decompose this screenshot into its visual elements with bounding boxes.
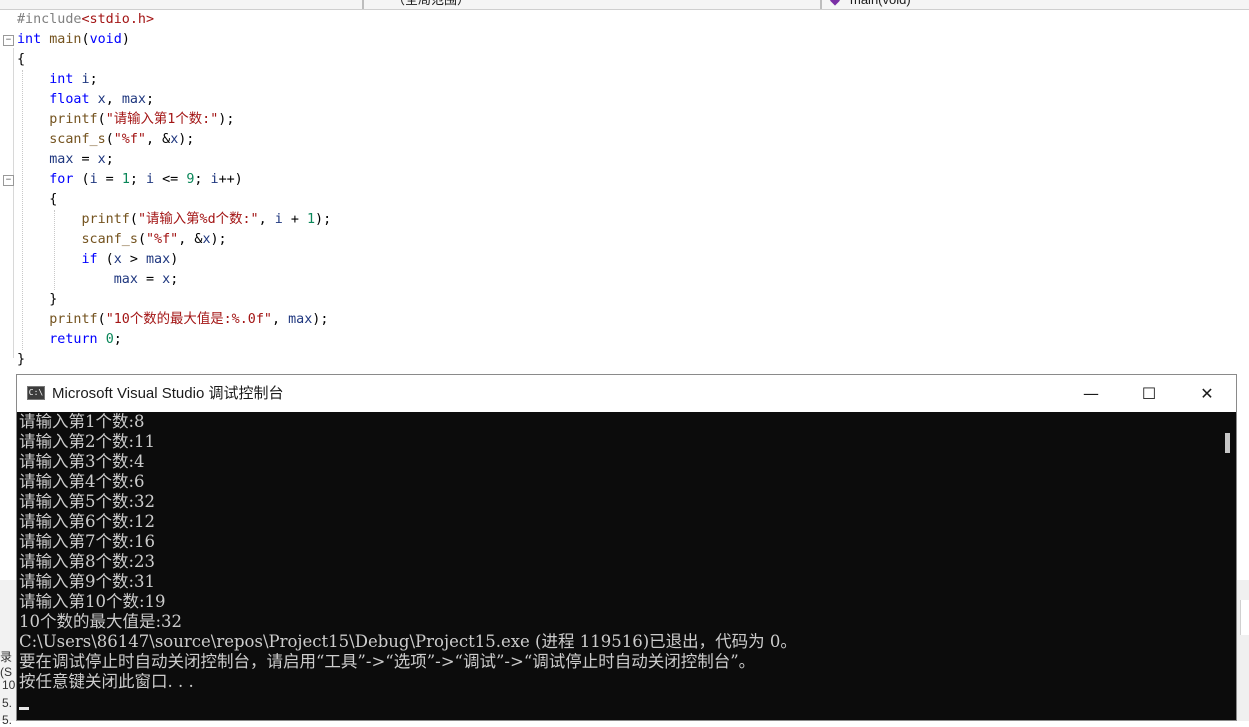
code-line: {	[17, 192, 58, 207]
code-line: float x, max;	[49, 92, 155, 107]
collapse-toggle-icon[interactable]: −	[3, 175, 14, 186]
text-cursor	[19, 707, 29, 710]
code-line: for (i = 1; i <= 9; i++)	[49, 172, 243, 187]
console-line: 10个数的最大值是:32	[19, 612, 183, 631]
code-line: max = x;	[49, 152, 114, 167]
panel-fragment: 5.	[2, 713, 13, 727]
editor-navigation-bar: （全局范围） ◆ main(void)	[0, 0, 1249, 10]
outline-gutter-line	[13, 48, 14, 358]
console-line: 请输入第2个数:11	[19, 432, 156, 451]
console-line: 请输入第10个数:19	[19, 592, 166, 611]
code-line: scanf_s("%f", &x);	[81, 232, 227, 247]
console-line: 按任意键关闭此窗口. . .	[19, 672, 194, 691]
code-line: scanf_s("%f", &x);	[49, 132, 195, 147]
console-line: 请输入第4个数:6	[19, 472, 145, 491]
code-line: printf("10个数的最大值是:%.0f", max);	[49, 312, 329, 327]
scroll-thumb[interactable]	[1225, 433, 1230, 453]
output-panel-edge: 录(S 10 5. 5.	[0, 580, 17, 727]
code-line: if (x > max)	[81, 252, 179, 267]
code-line: printf("请输入第1个数:");	[49, 112, 235, 127]
console-scrollbar[interactable]	[1218, 412, 1236, 720]
code-line: return 0;	[49, 332, 122, 347]
console-titlebar[interactable]: C:\ Microsoft Visual Studio 调试控制台 — ☐ ✕	[17, 375, 1236, 412]
scope-dropdown[interactable]: （全局范围）	[392, 0, 470, 9]
function-icon: ◆	[830, 0, 840, 9]
panel-fragment: 录(S	[0, 650, 13, 679]
console-line: 要在调试停止时自动关闭控制台，请启用“工具”->“选项”->“调试”->“调试停…	[19, 652, 756, 671]
console-line: 请输入第5个数:32	[19, 492, 156, 511]
code-line: int main(void)	[17, 32, 130, 47]
code-line: int i;	[49, 72, 98, 87]
console-line: C:\Users\86147\source\repos\Project15\De…	[19, 632, 797, 651]
nav-divider	[820, 0, 822, 9]
code-line: }	[17, 352, 26, 367]
code-line: #include<stdio.h>	[17, 12, 155, 27]
panel-fragment: 5.	[2, 696, 13, 710]
nav-divider	[362, 0, 364, 9]
console-line: 请输入第3个数:4	[19, 452, 145, 471]
console-app-icon: C:\	[27, 386, 45, 400]
maximize-button[interactable]: ☐	[1120, 375, 1178, 412]
panel-tab[interactable]	[1240, 600, 1249, 635]
console-line: 请输入第9个数:31	[19, 572, 156, 591]
window-title: Microsoft Visual Studio 调试控制台	[52, 385, 284, 402]
console-line: 请输入第7个数:16	[19, 532, 156, 551]
code-line: {	[17, 52, 26, 67]
console-output[interactable]: 请输入第1个数:8 请输入第2个数:11 请输入第3个数:4 请输入第4个数:6…	[17, 412, 1218, 720]
code-editor[interactable]: − − #include<stdio.h> int main(void) { i…	[0, 10, 1249, 370]
code-line: }	[17, 292, 58, 307]
collapse-toggle-icon[interactable]: −	[3, 35, 14, 46]
console-line: 请输入第6个数:12	[19, 512, 156, 531]
console-line: 请输入第1个数:8	[19, 412, 145, 431]
minimize-button[interactable]: —	[1062, 375, 1120, 412]
member-dropdown[interactable]: main(void)	[850, 0, 911, 9]
code-line: printf("请输入第%d个数:", i + 1);	[81, 212, 332, 227]
close-button[interactable]: ✕	[1178, 375, 1236, 412]
debug-console-window[interactable]: C:\ Microsoft Visual Studio 调试控制台 — ☐ ✕ …	[16, 374, 1237, 721]
code-line: max = x;	[113, 272, 179, 287]
console-line: 请输入第8个数:23	[19, 552, 156, 571]
panel-fragment: 10	[2, 678, 16, 692]
